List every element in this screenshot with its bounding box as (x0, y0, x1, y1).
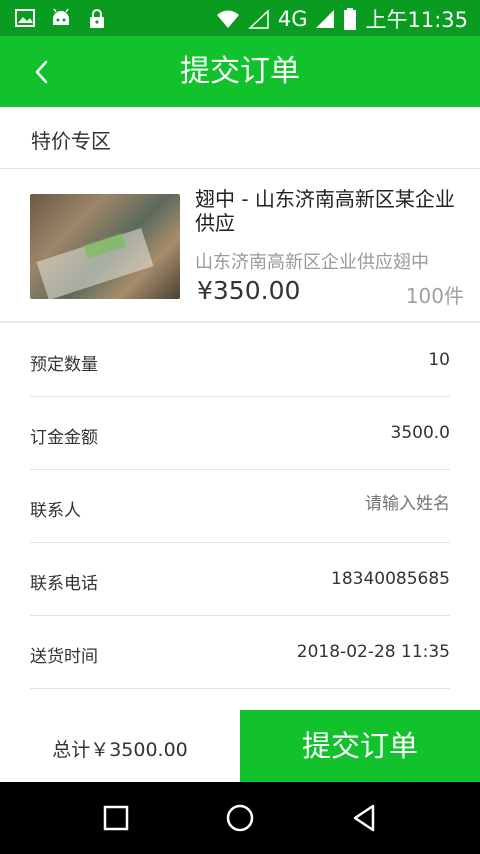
submit-order-button[interactable]: 提交订单 (240, 710, 480, 782)
product-card: 翅中 - 山东济南高新区某企业供应 山东济南高新区企业供应翅中 ¥350.00 … (0, 170, 480, 323)
product-title: 翅中 - 山东济南高新区某企业供应 (195, 187, 455, 235)
phone-value[interactable]: 18340085685 (331, 569, 450, 589)
recents-icon[interactable] (100, 802, 132, 834)
delivery-time-label: 送货时间 (30, 647, 98, 667)
phone-label: 联系电话 (30, 574, 98, 594)
contact-label: 联系人 (30, 501, 81, 521)
network-type: 4G (277, 7, 308, 31)
product-image (30, 194, 180, 299)
signal-icon (247, 9, 269, 29)
order-total: 总计￥3500.00 (52, 739, 188, 761)
status-bar: 4G 上午11:35 (0, 0, 480, 36)
image-icon (15, 9, 35, 27)
android-icon (53, 8, 69, 25)
product-price: ¥350.00 (197, 276, 301, 305)
chevron-left-icon[interactable] (24, 54, 60, 90)
back-icon[interactable] (348, 802, 380, 834)
delivery-time-row[interactable]: 送货时间 2018-02-28 11:35 (30, 616, 450, 689)
contact-row: 联系人 (30, 470, 450, 543)
battery-icon (344, 8, 357, 30)
deposit-row: 订金金额 3500.0 (30, 397, 450, 470)
delivery-time-value[interactable]: 2018-02-28 11:35 (297, 642, 450, 662)
page-title: 提交订单 (180, 54, 300, 89)
signal-full-icon (316, 10, 335, 28)
deposit-value: 3500.0 (390, 423, 450, 443)
quantity-label: 预定数量 (30, 355, 98, 375)
app-bar: 提交订单 (0, 36, 480, 107)
phone-row: 联系电话 18340085685 (30, 543, 450, 616)
lock-icon (90, 9, 104, 28)
contact-name-input[interactable] (230, 494, 450, 514)
home-icon[interactable] (224, 802, 256, 834)
status-time: 上午11:35 (365, 8, 468, 32)
bottom-bar: 总计￥3500.00 提交订单 (0, 710, 480, 782)
quantity-value: 10 (428, 350, 450, 370)
section-title: 特价专区 (31, 129, 111, 153)
product-subtitle: 山东济南高新区企业供应翅中 (195, 252, 429, 273)
deposit-label: 订金金额 (30, 428, 98, 448)
quantity-row: 预定数量 10 (30, 324, 450, 397)
product-stock: 100件 (405, 284, 464, 308)
system-nav-bar (0, 782, 480, 854)
wifi-icon (216, 10, 239, 28)
section-header: 特价专区 (0, 107, 480, 169)
